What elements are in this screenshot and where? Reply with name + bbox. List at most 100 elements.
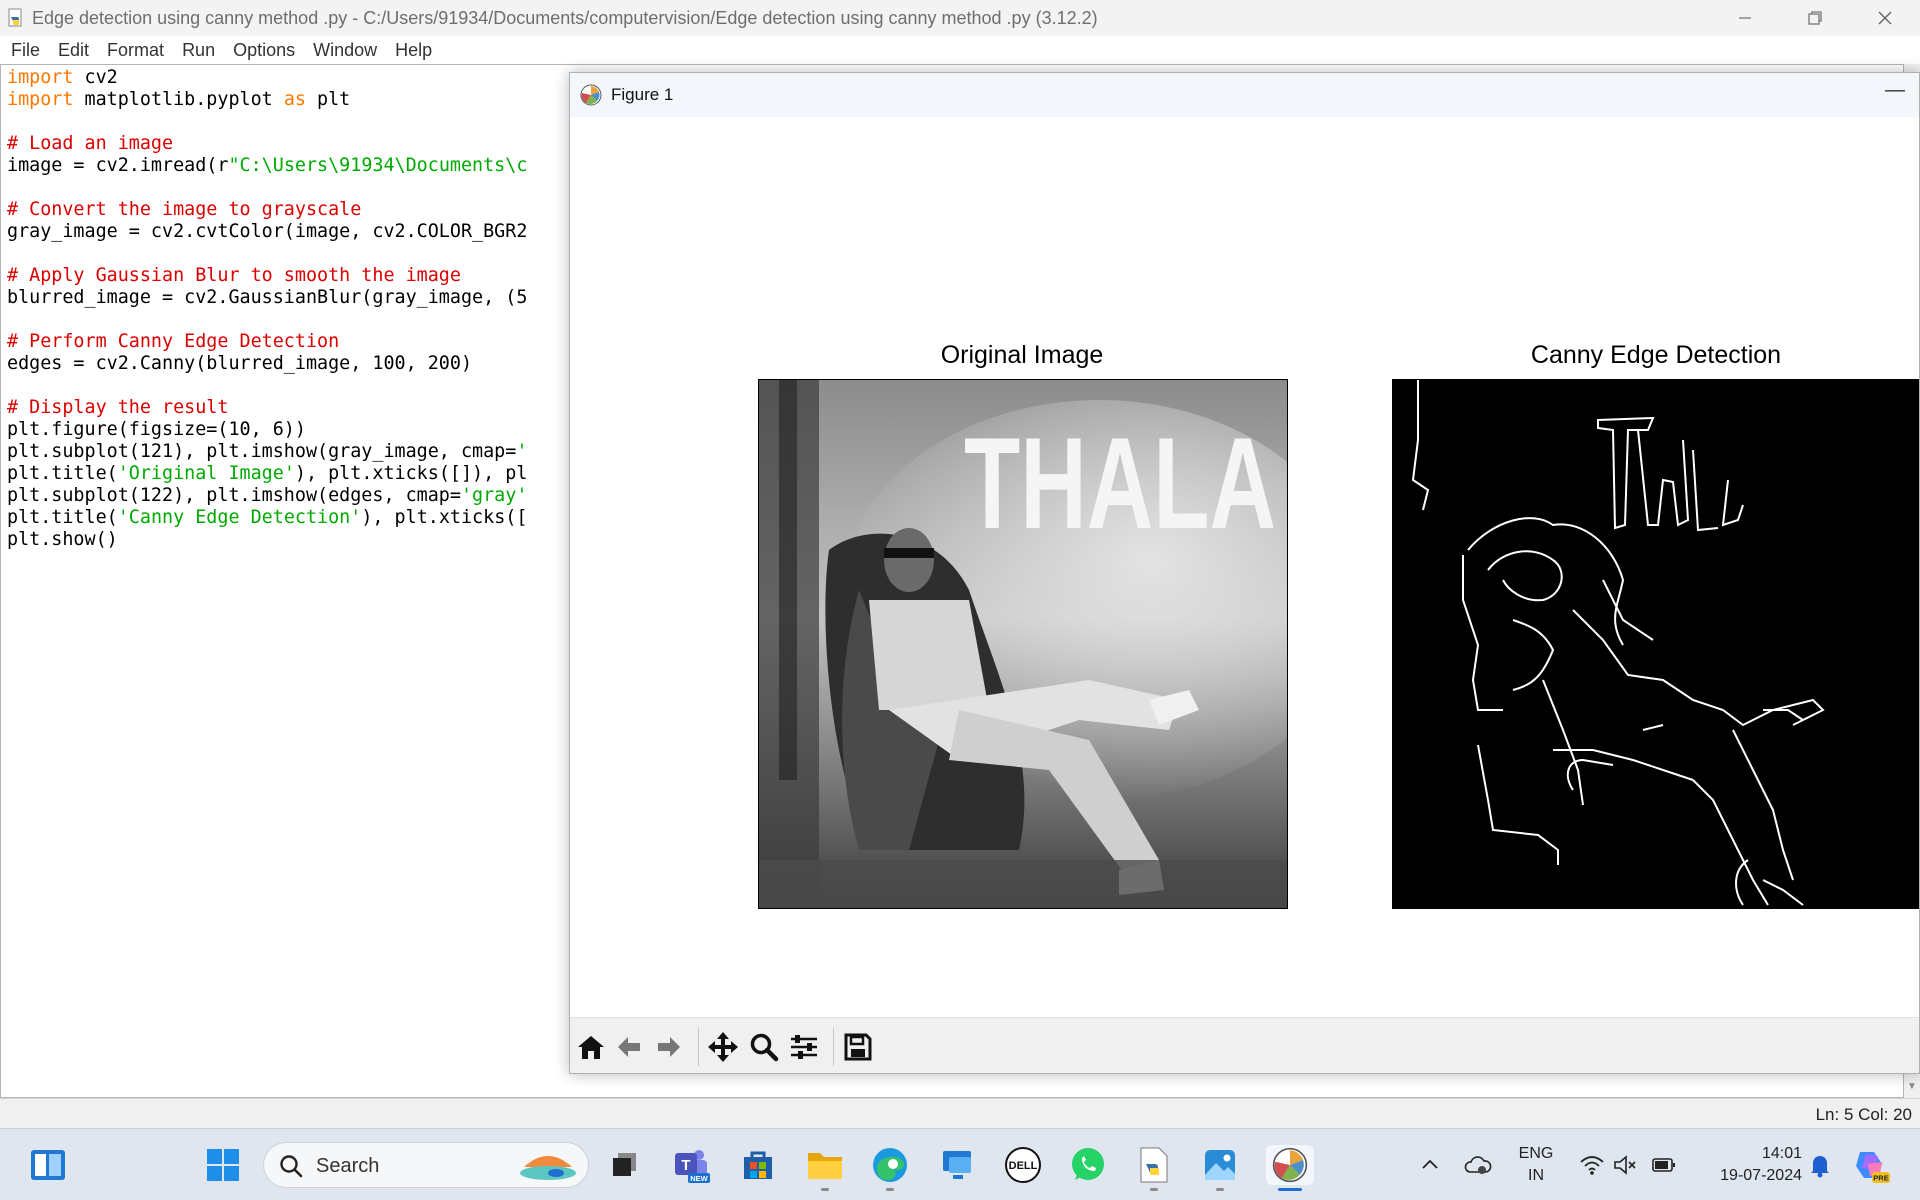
code-line[interactable] [7, 177, 527, 199]
code-token: cv2 [73, 67, 118, 88]
photos-button[interactable] [1200, 1145, 1240, 1191]
restore-button[interactable] [1780, 0, 1850, 36]
battery-button[interactable] [1644, 1145, 1684, 1185]
edge-browser-button[interactable] [870, 1145, 910, 1191]
microsoft-store-button[interactable] [738, 1145, 778, 1185]
save-icon [844, 1033, 872, 1061]
widgets-button[interactable] [28, 1145, 68, 1185]
code-token: 'Original Image' [117, 463, 295, 484]
teams-icon: TNEW [675, 1150, 710, 1183]
figure-minimize-icon[interactable]: — [1885, 79, 1905, 102]
windows-start-icon [207, 1149, 239, 1181]
canny-edge-image [1411, 380, 1825, 906]
code-line[interactable] [7, 309, 527, 331]
notifications-button[interactable] [1800, 1145, 1840, 1185]
teams-button[interactable]: T NEW [671, 1145, 711, 1185]
code-token: # Display the result [7, 397, 229, 418]
code-line[interactable]: plt.show() [7, 529, 527, 551]
code-line[interactable]: plt.subplot(121), plt.imshow(gray_image,… [7, 441, 527, 463]
close-button[interactable] [1850, 0, 1920, 36]
date-label: 19-07-2024 [1720, 1167, 1802, 1184]
code-line[interactable]: # Perform Canny Edge Detection [7, 331, 527, 353]
widgets-icon [31, 1150, 65, 1180]
code-token: as [283, 89, 306, 110]
home-button[interactable] [574, 1030, 608, 1064]
code-line[interactable] [7, 111, 527, 133]
code-token: plt.subplot(121), plt.imshow(gray_image,… [7, 441, 517, 462]
code-token: import [7, 67, 74, 88]
configure-subplots-button[interactable] [787, 1030, 821, 1064]
code-line[interactable]: # Load an image [7, 133, 527, 155]
python-file-button[interactable] [1134, 1145, 1174, 1191]
taskbar-search[interactable]: Search [263, 1142, 589, 1188]
forward-arrow-icon [658, 1037, 680, 1057]
minimize-button[interactable] [1710, 0, 1780, 36]
menu-format[interactable]: Format [107, 40, 164, 61]
code-line[interactable]: plt.title('Original Image'), plt.xticks(… [7, 463, 527, 485]
code-line[interactable]: # Display the result [7, 397, 527, 419]
svg-text:PRE: PRE [1873, 1174, 1888, 1183]
pan-button[interactable] [706, 1030, 740, 1064]
edge-icon [873, 1148, 907, 1182]
taskbar: Search T NEW DELL ENG IN 14:01 19-07-202… [0, 1128, 1920, 1200]
file-explorer-button[interactable] [805, 1145, 845, 1191]
matplotlib-figure-button[interactable] [1266, 1145, 1314, 1191]
code-line[interactable]: gray_image = cv2.cvtColor(image, cv2.COL… [7, 221, 527, 243]
menu-window[interactable]: Window [313, 40, 377, 61]
code-line[interactable]: plt.subplot(122), plt.imshow(edges, cmap… [7, 485, 527, 507]
menu-file[interactable]: File [11, 40, 40, 61]
code-line[interactable] [7, 243, 527, 265]
code-token: 'Canny Edge Detection' [117, 507, 362, 528]
back-arrow-icon [618, 1037, 640, 1057]
code-line[interactable]: import matplotlib.pyplot as plt [7, 89, 527, 111]
forward-button[interactable] [652, 1030, 686, 1064]
code-token: # Apply Gaussian Blur to smooth the imag… [7, 265, 461, 286]
task-view-button[interactable] [605, 1145, 645, 1185]
show-hidden-icons-button[interactable] [1410, 1145, 1450, 1185]
volume-muted-icon [1614, 1155, 1636, 1175]
figure-toolbar [570, 1017, 1919, 1073]
code-line[interactable]: plt.title('Canny Edge Detection'), plt.x… [7, 507, 527, 529]
code-line[interactable]: image = cv2.imread(r"C:\Users\91934\Docu… [7, 155, 527, 177]
code-line[interactable]: edges = cv2.Canny(blurred_image, 100, 20… [7, 353, 527, 375]
toolbar-separator [833, 1028, 834, 1066]
figure-window: Figure 1 — Original Image THALA Canny Ed… [569, 72, 1920, 1074]
left-subplot-title: Original Image [940, 341, 1104, 369]
code-token: plt.title( [7, 463, 118, 484]
dell-icon: DELL [1005, 1147, 1041, 1183]
menu-run[interactable]: Run [182, 40, 215, 61]
language-indicator[interactable]: ENG IN [1514, 1143, 1558, 1187]
code-token: "C:\Users\91934\Documents\c [228, 155, 528, 176]
code-line[interactable]: # Convert the image to grayscale [7, 199, 527, 221]
zoom-icon [750, 1033, 779, 1062]
menu-help[interactable]: Help [395, 40, 432, 61]
dell-button[interactable]: DELL [1003, 1145, 1043, 1185]
remote-desktop-icon [943, 1151, 971, 1179]
code-token: edges = cv2.Canny(blurred_image, 100, 20… [7, 353, 473, 374]
onedrive-button[interactable] [1458, 1145, 1498, 1185]
menu-options[interactable]: Options [233, 40, 295, 61]
code-line[interactable]: plt.figure(figsize=(10, 6)) [7, 419, 527, 441]
code-text[interactable]: import cv2 import matplotlib.pyplot as pl… [7, 67, 527, 551]
back-button[interactable] [612, 1030, 646, 1064]
whatsapp-button[interactable] [1068, 1145, 1108, 1185]
cloud-icon [1464, 1156, 1492, 1174]
save-button[interactable] [841, 1030, 875, 1064]
volume-button[interactable] [1605, 1145, 1645, 1185]
right-subplot-title: Canny Edge Detection [1530, 341, 1782, 369]
menu-edit[interactable]: Edit [58, 40, 89, 61]
code-line[interactable]: blurred_image = cv2.GaussianBlur(gray_im… [7, 287, 527, 309]
clock[interactable]: 14:01 19-07-2024 [1696, 1143, 1802, 1187]
remote-desktop-button[interactable] [937, 1145, 977, 1185]
copilot-button[interactable]: PRE [1851, 1145, 1891, 1185]
window-title: Edge detection using canny method .py - … [32, 7, 1098, 28]
code-line[interactable]: # Apply Gaussian Blur to smooth the imag… [7, 265, 527, 287]
code-line[interactable]: import cv2 [7, 67, 527, 89]
language-label: ENG [1518, 1145, 1554, 1162]
thala-text: THALA [964, 410, 1276, 556]
code-line[interactable] [7, 375, 527, 397]
zoom-button[interactable] [747, 1030, 781, 1064]
close-icon [1878, 11, 1892, 25]
start-button[interactable] [203, 1145, 243, 1185]
scroll-down-icon[interactable]: ▼ [1907, 1081, 1917, 1092]
